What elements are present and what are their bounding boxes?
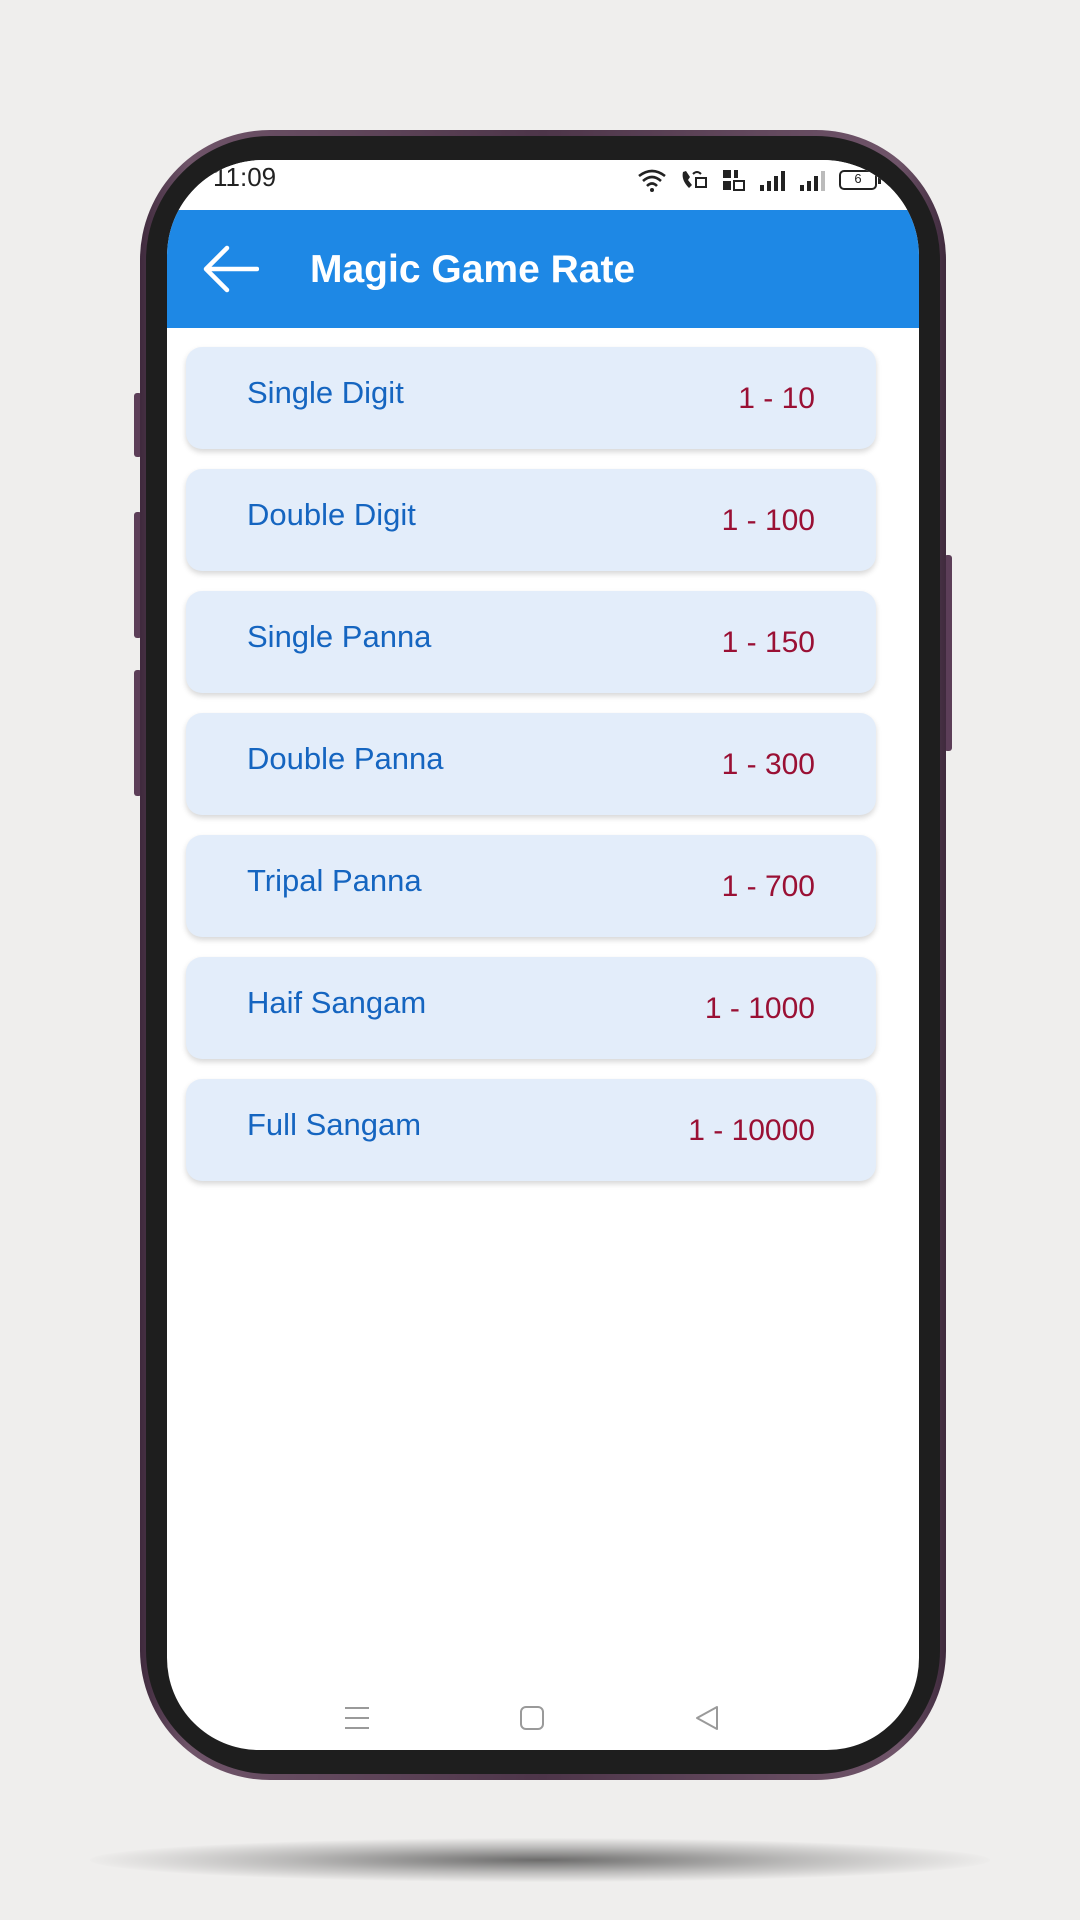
- home-button[interactable]: [517, 1704, 547, 1736]
- battery-level: 6: [854, 171, 862, 186]
- rate-name: Single Digit: [247, 375, 404, 410]
- rate-card-tripal-panna: Tripal Panna 1 - 700: [186, 835, 876, 937]
- back-triangle-icon: [696, 1706, 718, 1730]
- rate-name: Double Panna: [247, 741, 444, 776]
- recent-apps-button[interactable]: [342, 1704, 372, 1736]
- status-bar: 11:09 6: [167, 160, 919, 210]
- rate-list: Single Digit 1 - 10 Double Digit 1 - 100…: [186, 347, 876, 1201]
- page-title: Magic Game Rate: [310, 248, 636, 291]
- navigation-bar: [167, 1690, 919, 1750]
- rate-card-single-digit: Single Digit 1 - 10: [186, 347, 876, 449]
- home-icon: [520, 1706, 544, 1730]
- back-button[interactable]: [203, 244, 260, 294]
- phone-bezel: 11:09 6 Magic Game Rate Single Digit 1 -…: [146, 136, 940, 1774]
- rate-name: Haif Sangam: [247, 985, 427, 1020]
- volte-icon: [723, 170, 745, 191]
- battery-icon: 6: [839, 170, 881, 190]
- rate-name: Tripal Panna: [247, 863, 422, 898]
- wifi-icon: [638, 169, 666, 192]
- arrow-left-icon: [203, 245, 260, 293]
- phone-frame: 11:09 6 Magic Game Rate Single Digit 1 -…: [140, 130, 946, 1780]
- rate-value: 1 - 10: [738, 382, 815, 415]
- wifi-calling-icon: [682, 171, 707, 188]
- rate-value: 1 - 300: [721, 748, 815, 781]
- rate-card-double-panna: Double Panna 1 - 300: [186, 713, 876, 815]
- menu-icon: [345, 1707, 369, 1729]
- system-back-button[interactable]: [692, 1704, 722, 1736]
- rate-card-double-digit: Double Digit 1 - 100: [186, 469, 876, 571]
- rate-value: 1 - 150: [721, 626, 815, 659]
- rate-name: Full Sangam: [247, 1107, 422, 1142]
- phone-shadow: [90, 1838, 990, 1882]
- rate-card-half-sangam: Haif Sangam 1 - 1000: [186, 957, 876, 1059]
- signal-icon: [800, 171, 825, 191]
- rate-value: 1 - 100: [721, 504, 815, 537]
- rate-name: Single Panna: [247, 619, 432, 654]
- app-bar: Magic Game Rate: [167, 210, 919, 328]
- rate-card-full-sangam: Full Sangam 1 - 10000: [186, 1079, 876, 1181]
- rate-value: 1 - 1000: [704, 992, 815, 1025]
- rate-value: 1 - 10000: [688, 1114, 815, 1147]
- rate-card-single-panna: Single Panna 1 - 150: [186, 591, 876, 693]
- rate-value: 1 - 700: [721, 870, 815, 903]
- rate-name: Double Digit: [247, 497, 416, 532]
- status-time: 11:09: [213, 162, 277, 192]
- phone-screen: 11:09 6 Magic Game Rate Single Digit 1 -…: [167, 160, 919, 1750]
- status-icons: 6: [637, 168, 881, 192]
- signal-icon: [760, 171, 785, 191]
